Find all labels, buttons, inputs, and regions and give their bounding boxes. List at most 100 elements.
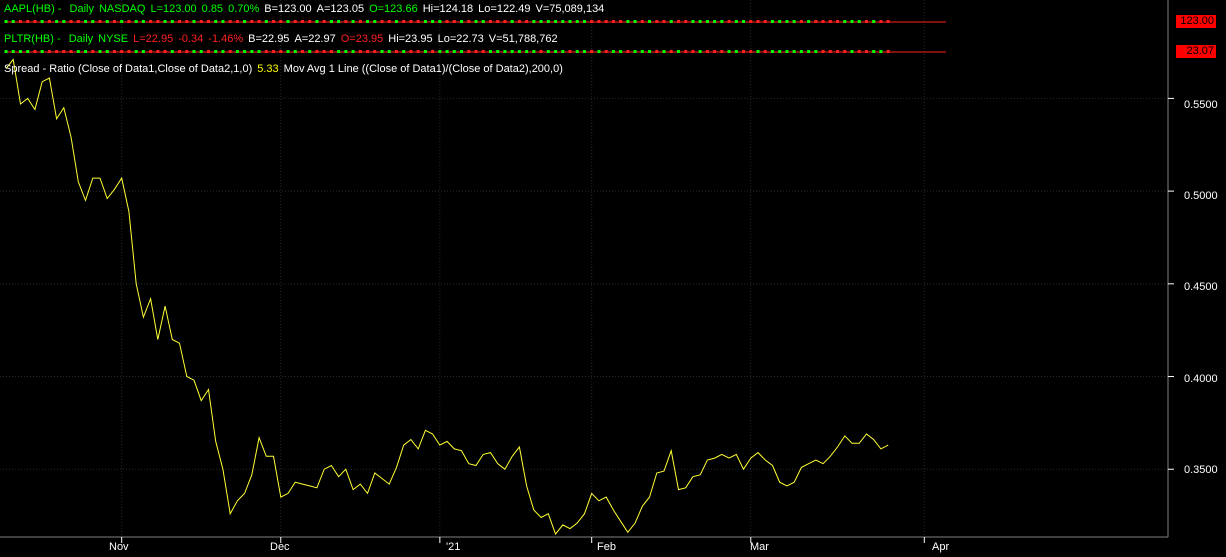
mini-bar xyxy=(387,20,391,23)
mini-bar xyxy=(445,50,449,53)
mini-bar xyxy=(836,50,840,53)
mini-bar xyxy=(734,20,738,23)
mini-bar xyxy=(662,50,666,53)
y-tick-label: 0.5500 xyxy=(1184,99,1218,111)
mini-bar xyxy=(604,50,608,53)
y-tick-label: 0.4000 xyxy=(1184,373,1218,385)
mini-bar xyxy=(322,20,326,23)
mini-bar xyxy=(857,50,861,53)
mini-bar xyxy=(55,50,59,53)
mini-bar xyxy=(575,20,579,23)
y-tick-label: 0.3500 xyxy=(1184,464,1218,476)
mini-bar xyxy=(554,50,558,53)
pltr-mini-bars xyxy=(4,50,890,53)
mini-bar xyxy=(488,20,492,23)
mini-bar xyxy=(611,50,615,53)
pltr-vol: V=51,788,762 xyxy=(488,33,558,45)
pltr-bid: B=22.95 xyxy=(248,33,290,45)
mini-bar xyxy=(474,20,478,23)
mini-bar xyxy=(235,20,239,23)
mini-bar xyxy=(286,50,290,53)
mini-bar xyxy=(886,50,890,53)
mini-bar xyxy=(243,20,247,23)
mini-bar xyxy=(676,20,680,23)
pltr-symbol[interactable]: PLTR(HB) xyxy=(4,33,54,45)
mini-bar xyxy=(344,20,348,23)
mini-bar xyxy=(590,50,594,53)
mini-bar xyxy=(293,20,297,23)
mini-bar xyxy=(445,20,449,23)
mini-bar xyxy=(293,50,297,53)
mini-bar xyxy=(539,50,543,53)
mini-bar xyxy=(55,20,59,23)
mini-bar xyxy=(214,20,218,23)
mini-bar xyxy=(648,20,652,23)
mini-bar xyxy=(525,50,529,53)
mini-bar xyxy=(713,50,717,53)
mini-bar xyxy=(373,20,377,23)
mini-bar xyxy=(676,50,680,53)
x-tick-label: Apr xyxy=(932,541,950,553)
mini-bar xyxy=(264,50,268,53)
mini-bar xyxy=(33,50,37,53)
mini-bar xyxy=(112,20,116,23)
mini-bar xyxy=(214,50,218,53)
mini-bar xyxy=(40,20,44,23)
mini-bar xyxy=(590,20,594,23)
mini-bar xyxy=(416,20,420,23)
mini-bar xyxy=(286,20,290,23)
aapl-header: AAPL(HB) - Daily NASDAQ L=123.00 0.85 0.70% B… xyxy=(4,3,605,15)
mini-bar xyxy=(185,20,189,23)
aapl-open: O=123.66 xyxy=(369,3,418,15)
mini-bar xyxy=(228,20,232,23)
mini-bar xyxy=(691,50,695,53)
aapl-exchange: NASDAQ xyxy=(98,3,146,15)
ratio-series-line[interactable] xyxy=(5,58,889,536)
mini-bar xyxy=(756,20,760,23)
aapl-symbol[interactable]: AAPL(HB) xyxy=(4,3,55,15)
mini-bar xyxy=(315,50,319,53)
mini-bar xyxy=(47,50,51,53)
chart-canvas[interactable] xyxy=(0,0,1226,557)
mini-bar xyxy=(828,50,832,53)
indicator-label[interactable]: Spread - Ratio (Close of Data1,Close of … xyxy=(4,63,252,75)
mini-bar xyxy=(604,20,608,23)
mini-bar xyxy=(351,20,355,23)
aapl-change: 0.85 xyxy=(201,3,224,15)
pltr-last: L=22.95 xyxy=(133,33,174,45)
aapl-interval: Daily xyxy=(69,3,94,15)
mini-bar xyxy=(423,50,427,53)
mini-bar xyxy=(814,20,818,23)
mini-bar xyxy=(250,50,254,53)
mini-bar xyxy=(149,50,153,53)
mini-bar xyxy=(814,50,818,53)
pltr-exchange: NYSE xyxy=(98,33,129,45)
indicator-value: 5.33 xyxy=(257,63,279,75)
mini-bar xyxy=(720,50,724,53)
mini-bar xyxy=(250,20,254,23)
mini-bar xyxy=(792,50,796,53)
mini-bar xyxy=(561,50,565,53)
grid-lines xyxy=(0,0,1168,537)
mini-bar xyxy=(648,50,652,53)
mini-bar xyxy=(76,20,80,23)
mini-bar xyxy=(879,50,883,53)
mini-bar xyxy=(742,20,746,23)
mini-bar xyxy=(546,50,550,53)
mini-bar xyxy=(843,50,847,53)
mini-bar xyxy=(785,20,789,23)
mini-bar xyxy=(770,20,774,23)
pltr-price-box: 23.07 xyxy=(1176,45,1216,58)
mini-bar xyxy=(98,20,102,23)
mini-bar xyxy=(763,20,767,23)
mini-bar xyxy=(633,50,637,53)
mini-bar xyxy=(481,20,485,23)
mini-bar xyxy=(358,20,362,23)
x-axis-tick-marks xyxy=(121,537,925,543)
mini-bar xyxy=(452,20,456,23)
mini-bar xyxy=(221,20,225,23)
mini-bar xyxy=(192,50,196,53)
pltr-ask: A=22.97 xyxy=(294,33,336,45)
mini-bar xyxy=(163,20,167,23)
mini-bar xyxy=(438,20,442,23)
